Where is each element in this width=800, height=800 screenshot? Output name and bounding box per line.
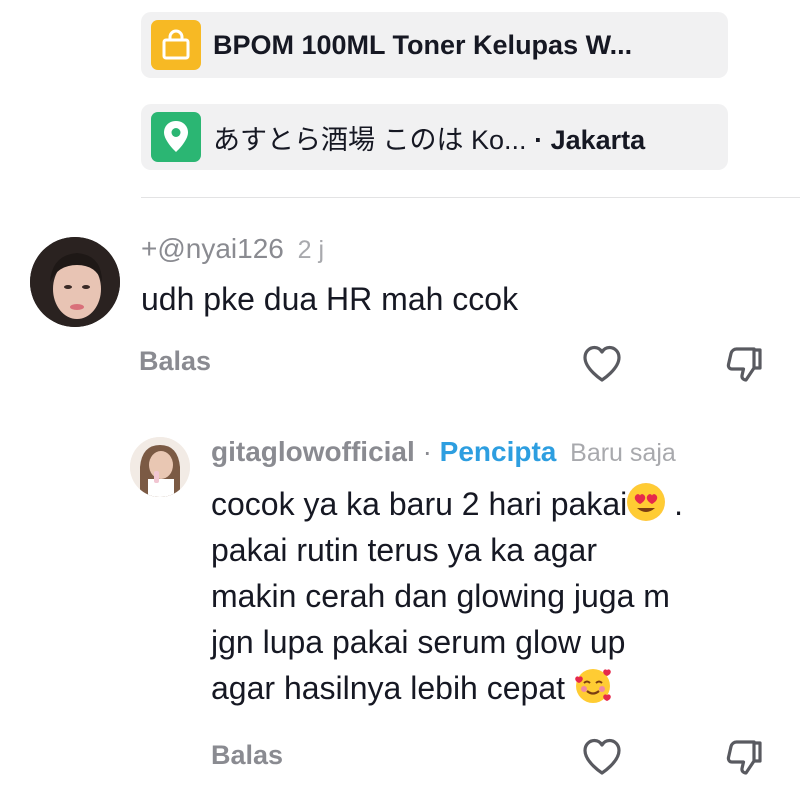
timestamp: 2 j	[297, 236, 325, 264]
smiling-hearts-emoji-icon	[574, 667, 612, 705]
creator-avatar[interactable]	[130, 437, 190, 497]
product-chip[interactable]: BPOM 100ML Toner Kelupas W...	[141, 12, 728, 78]
comment-header: +@nyai126 2 j	[141, 233, 324, 265]
location-pin-icon	[151, 112, 201, 162]
avatar[interactable]	[30, 237, 120, 327]
shopping-bag-icon	[151, 20, 201, 70]
dislike-icon[interactable]	[722, 735, 766, 779]
divider	[141, 197, 800, 198]
heart-eyes-emoji-icon	[627, 483, 666, 521]
comment-header: gitaglowofficial · Pencipta Baru saja	[211, 436, 676, 468]
location-separator: ·	[534, 124, 544, 155]
heart-icon[interactable]	[580, 735, 624, 779]
creator-username[interactable]: gitaglowofficial	[211, 436, 415, 467]
reply-line: agar hasilnya lebih cepat	[211, 665, 683, 711]
product-title: BPOM 100ML Toner Kelupas W...	[213, 29, 633, 60]
reply-line: makin cerah dan glowing juga m	[211, 578, 670, 614]
creator-badge: Pencipta	[439, 436, 557, 467]
location-city: Jakarta	[550, 124, 646, 155]
heart-icon[interactable]	[580, 342, 624, 386]
comment-text: udh pke dua HR mah ccok	[141, 281, 519, 317]
reply-line: cocok ya ka baru 2 hari pakai .	[211, 481, 683, 527]
timestamp: Baru saja	[570, 439, 676, 467]
reply-button[interactable]: Balas	[139, 346, 211, 377]
reply-button[interactable]: Balas	[211, 740, 283, 771]
reply-line: jgn lupa pakai serum glow up	[211, 624, 626, 660]
separator-dot: ·	[422, 436, 432, 467]
reply-line: pakai rutin terus ya ka agar	[211, 532, 597, 568]
location-chip[interactable]: あすとら酒場 このは Ko... · Jakarta	[141, 104, 728, 170]
location-place: あすとら酒場 このは Ko...	[213, 124, 527, 155]
reply-text: cocok ya ka baru 2 hari pakai . pakai ru…	[211, 481, 683, 711]
dislike-icon[interactable]	[722, 342, 766, 386]
username[interactable]: +@nyai126	[141, 233, 284, 264]
